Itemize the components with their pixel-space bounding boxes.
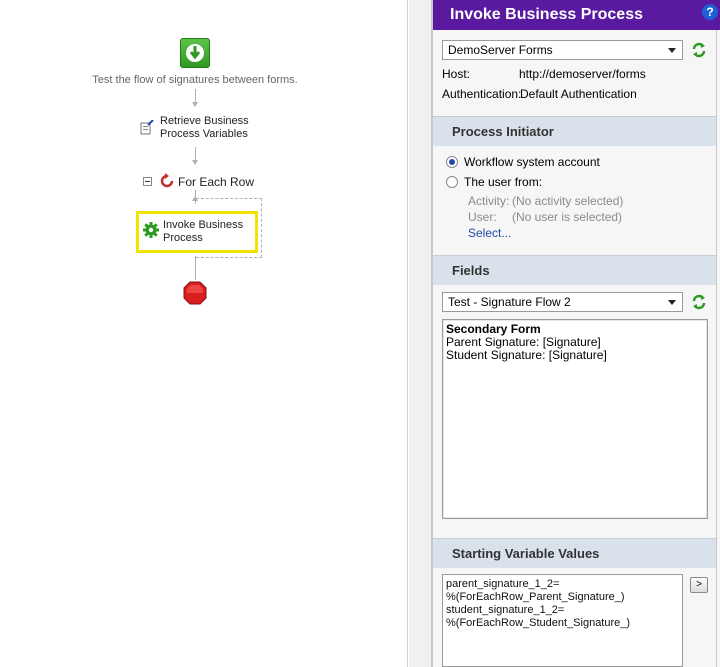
workflow-canvas[interactable] xyxy=(0,0,408,667)
server-select[interactable]: DemoServer Forms xyxy=(442,40,683,60)
starting-variables-textarea[interactable]: parent_signature_1_2= %(ForEachRow_Paren… xyxy=(442,574,683,667)
select-user-link[interactable]: Select... xyxy=(468,226,511,240)
host-label: Host: xyxy=(442,67,471,81)
invoke-label-line1: Invoke Business xyxy=(163,219,244,231)
process-initiator-header: Process Initiator xyxy=(433,116,716,146)
fields-header: Fields xyxy=(433,255,716,285)
variable-line: parent_signature_1_2= xyxy=(446,578,560,590)
user-value: (No user is selected) xyxy=(512,210,623,224)
retrieve-label-line2: Process Variables xyxy=(160,128,248,140)
variable-line: %(ForEachRow_Student_Signature_) xyxy=(446,617,631,629)
user-from-radio[interactable] xyxy=(446,176,458,188)
activity-label: Activity: xyxy=(468,194,510,208)
authentication-label: Authentication: xyxy=(442,87,522,101)
connector-line xyxy=(195,256,196,280)
insert-variable-button[interactable]: > xyxy=(690,577,708,593)
user-from-label[interactable]: The user from: xyxy=(464,175,542,189)
invoke-label-line2: Process xyxy=(163,232,203,244)
refresh-icon[interactable] xyxy=(691,42,707,58)
invoke-business-process-label[interactable]: Invoke Business Process xyxy=(163,219,243,245)
retrieve-label-line1: Retrieve Business xyxy=(160,115,249,127)
connector-line xyxy=(195,147,196,161)
fields-list[interactable]: Secondary Form Parent Signature: [Signat… xyxy=(442,319,708,519)
workflow-caption: Test the flow of signatures between form… xyxy=(92,74,298,86)
canvas-scroll-gutter xyxy=(409,0,432,667)
refresh-icon[interactable] xyxy=(691,294,707,310)
panel-right-edge xyxy=(716,30,717,667)
panel-title: Invoke Business Process xyxy=(450,6,643,23)
user-label: User: xyxy=(468,210,497,224)
fields-title: Fields xyxy=(452,263,490,278)
connector-arrow xyxy=(192,102,198,107)
connector-line xyxy=(195,89,196,103)
host-value: http://demoserver/forms xyxy=(519,67,646,81)
help-icon[interactable]: ? xyxy=(702,4,718,20)
loop-return-arrow xyxy=(192,196,198,201)
server-select-value: DemoServer Forms xyxy=(448,43,553,57)
variable-line: student_signature_1_2= xyxy=(446,604,565,616)
loop-icon[interactable] xyxy=(159,173,175,189)
retrieve-variables-icon[interactable] xyxy=(140,119,154,136)
fields-item[interactable]: Student Signature: [Signature] xyxy=(446,349,704,362)
start-node-icon[interactable] xyxy=(180,38,210,68)
starting-variables-header: Starting Variable Values xyxy=(433,538,716,568)
panel-header: Invoke Business Process ? xyxy=(433,0,720,30)
authentication-value: Default Authentication xyxy=(520,87,637,101)
workflow-account-radio[interactable] xyxy=(446,156,458,168)
variable-line: %(ForEachRow_Parent_Signature_) xyxy=(446,591,625,603)
for-each-row-label[interactable]: For Each Row xyxy=(178,176,254,189)
gear-icon[interactable] xyxy=(143,222,159,238)
workflow-account-label[interactable]: Workflow system account xyxy=(464,155,600,169)
retrieve-variables-label[interactable]: Retrieve Business Process Variables xyxy=(160,115,249,141)
chevron-down-icon xyxy=(668,300,676,305)
stop-node-icon[interactable] xyxy=(183,281,207,305)
process-initiator-title: Process Initiator xyxy=(452,124,554,139)
connector-arrow xyxy=(192,160,198,165)
form-select-value: Test - Signature Flow 2 xyxy=(448,295,571,309)
chevron-down-icon xyxy=(668,48,676,53)
form-select[interactable]: Test - Signature Flow 2 xyxy=(442,292,683,312)
activity-value: (No activity selected) xyxy=(512,194,624,208)
starting-variables-title: Starting Variable Values xyxy=(452,546,600,561)
collapse-toggle-icon[interactable] xyxy=(143,177,152,186)
